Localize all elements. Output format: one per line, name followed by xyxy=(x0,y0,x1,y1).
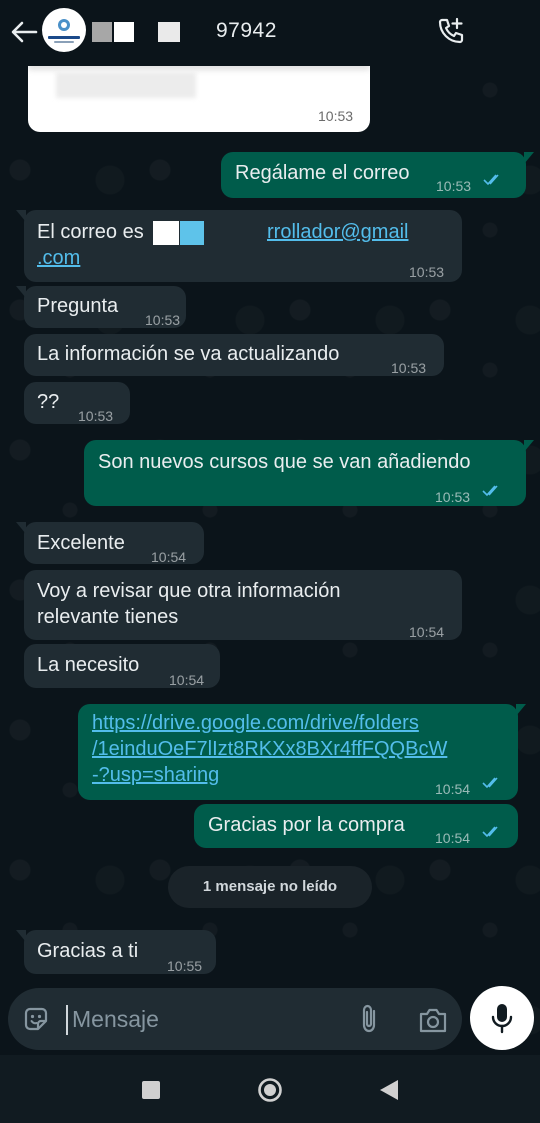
message-bubble-incoming[interactable]: ?? 10:53 xyxy=(24,382,130,424)
message-text: ?? xyxy=(37,391,60,413)
message-text: Excelente xyxy=(37,532,125,554)
message-text: Voy a revisar que otra información xyxy=(37,580,341,602)
home-button[interactable] xyxy=(257,1077,283,1103)
message-bubble-outgoing[interactable]: Gracias por la compra 10:54 xyxy=(194,804,518,848)
recents-button[interactable] xyxy=(142,1081,160,1099)
message-time: 10:54 xyxy=(151,549,187,565)
message-time: 10:54 xyxy=(435,781,471,797)
read-ticks-icon xyxy=(483,174,499,186)
message-bubble-incoming[interactable]: La necesito 10:54 xyxy=(24,644,220,688)
logo-text-bar xyxy=(48,36,80,39)
camera-button[interactable] xyxy=(418,1006,448,1034)
message-bubble-incoming[interactable]: La información se va actualizando 10:53 xyxy=(24,334,444,376)
chat-header: 97942 xyxy=(0,0,540,64)
message-text: La información se va actualizando xyxy=(37,343,340,365)
message-text: Gracias a ti xyxy=(37,940,139,962)
message-bubble-incoming[interactable]: Pregunta 10:53 xyxy=(16,286,186,328)
sticker-button[interactable] xyxy=(22,1005,50,1033)
home-circle-icon xyxy=(258,1078,282,1102)
email-link[interactable]: rrollador@gmail xyxy=(267,219,408,245)
message-time: 10:55 xyxy=(167,958,203,974)
message-text: Regálame el correo xyxy=(235,162,410,184)
paperclip-icon xyxy=(362,1004,376,1033)
bubble-tail xyxy=(524,152,534,164)
message-time: 10:54 xyxy=(169,672,205,688)
contact-name[interactable]: 97942 xyxy=(216,19,277,43)
read-ticks-icon xyxy=(482,826,498,838)
message-bubble-incoming[interactable]: Gracias a ti 10:55 xyxy=(16,930,216,974)
message-bubble-outgoing[interactable]: Son nuevos cursos que se van añadiendo 1… xyxy=(84,440,534,506)
add-call-button[interactable] xyxy=(436,16,466,46)
message-text: La necesito xyxy=(37,654,140,676)
microphone-icon xyxy=(491,1004,513,1034)
back-triangle-icon xyxy=(380,1080,398,1100)
image-message[interactable]: 10:53 xyxy=(28,66,370,132)
message-time: 10:53 xyxy=(145,312,181,328)
sticker-icon xyxy=(24,1007,48,1031)
read-ticks-icon xyxy=(482,777,498,789)
arrow-left-icon xyxy=(11,21,38,43)
drive-link[interactable]: https://drive.google.com/drive/folders xyxy=(92,710,419,736)
message-text: Son nuevos cursos que se van añadiendo xyxy=(98,451,471,473)
message-bubble-outgoing[interactable]: Regálame el correo 10:53 xyxy=(221,152,534,198)
message-bubble-outgoing[interactable]: https://drive.google.com/drive/folders /… xyxy=(78,704,526,800)
bubble-tail xyxy=(16,522,26,534)
logo-icon xyxy=(58,19,70,31)
unread-messages-banner: 1 mensaje no leído xyxy=(168,866,372,908)
drive-link[interactable]: -?usp=sharing xyxy=(92,762,219,788)
bubble-tail xyxy=(16,930,26,942)
message-input[interactable] xyxy=(68,1002,342,1036)
voice-record-button[interactable] xyxy=(470,986,534,1050)
redacted-block xyxy=(153,221,179,245)
logo-subtext-bar xyxy=(54,41,74,43)
message-text: Gracias por la compra xyxy=(208,814,405,836)
system-back-button[interactable] xyxy=(378,1078,400,1102)
redacted-block xyxy=(114,22,134,42)
camera-icon xyxy=(419,1008,447,1033)
email-link[interactable]: .com xyxy=(37,245,80,271)
message-bubble-incoming[interactable]: El correo es rrollador@gmail .com 10:53 xyxy=(16,210,462,282)
bubble-tail xyxy=(16,210,26,222)
message-bubble-incoming[interactable]: Voy a revisar que otra información relev… xyxy=(24,570,462,640)
image-content xyxy=(56,72,196,98)
message-time: 10:54 xyxy=(435,830,471,846)
message-time: 10:54 xyxy=(409,624,445,640)
message-bubble-incoming[interactable]: Excelente 10:54 xyxy=(16,522,204,565)
redacted-block xyxy=(180,221,204,245)
redacted-block xyxy=(92,22,112,42)
drive-link[interactable]: /1einduOeF7lIzt8RKXx8BXr4ffFQQBcW xyxy=(92,736,447,762)
attach-button[interactable] xyxy=(356,1003,384,1035)
read-ticks-icon xyxy=(482,485,498,497)
message-composer xyxy=(8,988,462,1050)
message-time: 10:53 xyxy=(391,360,427,376)
message-text: relevante tienes xyxy=(37,606,179,628)
back-button[interactable] xyxy=(8,18,40,46)
message-text: El correo es xyxy=(37,221,144,243)
redacted-block xyxy=(158,22,180,42)
add-call-icon xyxy=(438,17,464,44)
message-time: 10:53 xyxy=(409,264,445,280)
bubble-tail xyxy=(524,440,534,452)
message-text: Pregunta xyxy=(37,295,119,317)
message-time: 10:53 xyxy=(318,108,354,124)
avatar[interactable] xyxy=(42,8,86,52)
image-content xyxy=(28,66,370,70)
bubble-tail xyxy=(516,704,526,716)
message-time: 10:53 xyxy=(436,178,472,194)
bubble-tail xyxy=(16,286,26,298)
message-time: 10:53 xyxy=(435,489,471,505)
message-time: 10:53 xyxy=(78,408,114,424)
